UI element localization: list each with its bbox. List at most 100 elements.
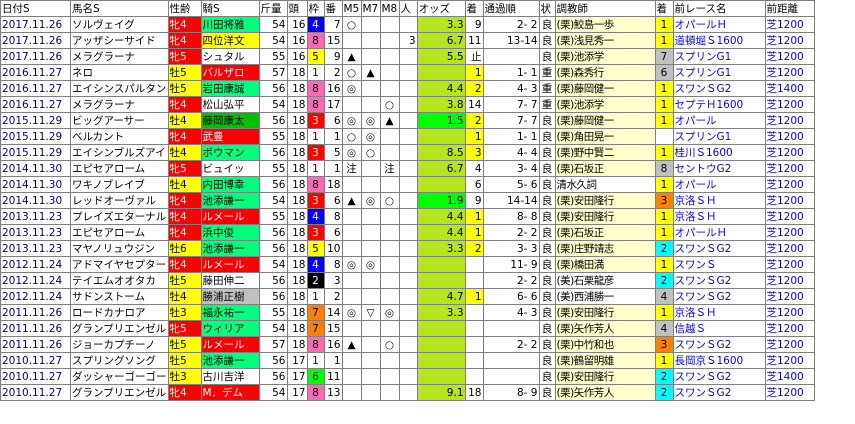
cell-prev-finish: 1 [654, 16, 674, 33]
table-row[interactable]: 2011.11.26 ロードカナロア 牡3 福永祐一 55 18 7 14 ◎ ▽ ◎ 3.3 4- 3… [0, 304, 815, 321]
column-header-passing[interactable]: 通過順 [482, 0, 540, 17]
race-history-table: 日付S 馬名S 性齢 騎S 斤量頭枠番 M5 M7 M8 人オッズ着通過順状調教師着前レース名前… [0, 0, 815, 401]
cell-trainer: (美)西浦勝一 [554, 288, 656, 305]
column-header-m8[interactable]: M8 [379, 0, 400, 17]
table-row[interactable]: 2017.11.26 ソルヴェイグ 牝4 川田将雅 54 16 4 7 ○ 3.3 9 2- 2 良 (栗… [0, 16, 815, 33]
column-header-m5[interactable]: M5 [341, 0, 362, 17]
cell-heads: 18 [286, 208, 308, 225]
table-row[interactable]: 2011.11.26 グランプリエンゼル 牝5 ウィリア 54 18 7 15 良 (栗)矢作芳人… [0, 320, 815, 337]
cell-heads: 18 [286, 160, 308, 177]
table-row[interactable]: 2010.11.27 スプリングソング 牡5 池添謙一 56 17 1 1 良 (栗)鶴留明雄 1 長… [0, 352, 815, 369]
cell-prev-race: スプリンG1 [672, 128, 766, 145]
column-header-waku[interactable]: 枠 [306, 0, 325, 17]
cell-weight: 56 [258, 224, 288, 241]
table-row[interactable]: 2013.11.23 プレイズエターナル 牝4 ルメール 55 18 4 8 4.4 1 8- 8良… [0, 208, 815, 225]
table-row[interactable]: 2010.11.27 グランプリエンゼル 牝4 M．デム 54 17 8 13 9.1 18 8- … [0, 384, 815, 401]
column-header-prev-dist[interactable]: 前距離 [764, 0, 815, 17]
column-header-num[interactable]: 番 [323, 0, 343, 17]
column-header-pop[interactable]: 人 [398, 0, 418, 17]
cell-prev-race: オパールＨ [672, 16, 766, 33]
table-row[interactable]: 2017.11.26 メラグラーナ 牝5 シュタル 55 16 5 9 ▲ 5.5 止 良 (栗)池添学… [0, 48, 815, 65]
cell-passing: 4- 4 [482, 144, 540, 161]
column-header-sexage[interactable]: 性齢 [167, 0, 202, 17]
cell-m8: ○ [379, 336, 400, 353]
cell-finish [464, 336, 484, 353]
cell-jockey: 岩田康誠 [200, 80, 260, 97]
cell-heads: 18 [286, 320, 308, 337]
table-row[interactable]: 2017.11.26 アッザシーサイド 牝4 四位洋文 54 16 8 15 3 6.7 11 13-… [0, 32, 815, 49]
table-row[interactable]: 2014.11.30 レッドオーヴァル 牝4 池添謙一 54 18 3 6 ▲ ◎ ○ 1.9 9 14-… [0, 192, 815, 209]
cell-m8 [379, 288, 400, 305]
column-header-jockey[interactable]: 騎S [200, 0, 260, 17]
table-row[interactable]: 2012.11.24 アドマイヤセプター 牝4 ルメール 54 18 4 8 ◎ ◎ 11- 9 良(… [0, 256, 815, 273]
cell-heads: 18 [286, 128, 308, 145]
cell-finish [464, 368, 484, 385]
column-header-going[interactable]: 状 [538, 0, 556, 17]
column-header-prev-race[interactable]: 前レース名 [672, 0, 766, 17]
cell-m7 [360, 48, 381, 65]
cell-heads: 16 [286, 32, 308, 49]
cell-m5 [341, 96, 362, 113]
table-row[interactable]: 2013.11.23 マヤノリュウジン 牡6 池添謙一 56 18 5 10 3.3 2 3- 3良… [0, 240, 815, 257]
cell-prev-race: 道頓堀Ｓ1600 [672, 32, 766, 49]
cell-weight: 56 [258, 272, 288, 289]
cell-waku: 3 [306, 144, 325, 161]
table-row[interactable]: 2012.11.24 サドンストーム 牡4 勝浦正樹 56 18 1 2 4.7 1 6- 6 良 (美… [0, 288, 815, 305]
table-row[interactable]: 2010.11.27 ダッシャーゴーゴー 牡3 古川吉洋 56 17 6 11 良 (栗)安田隆行… [0, 368, 815, 385]
cell-trainer: (栗)鮫島一歩 [554, 16, 656, 33]
column-header-odds[interactable]: オッズ [416, 0, 466, 17]
cell-m5 [341, 272, 362, 289]
cell-prev-race: スワンＳG2 [672, 368, 766, 385]
cell-sexage: 牝5 [167, 320, 202, 337]
cell-jockey: ルメール [200, 256, 260, 273]
cell-num: 2 [323, 288, 343, 305]
column-header-heads[interactable]: 頭 [286, 0, 308, 17]
table-row[interactable]: 2014.11.30 ワキノブレイブ 牡4 内田博幸 56 18 8 18 6 5- 6 良清水久詞… [0, 176, 815, 193]
cell-finish: 4 [464, 160, 484, 177]
column-header-date[interactable]: 日付S [0, 0, 71, 17]
table-row[interactable]: 2016.11.27 エイシンスパルタン 牡5 岩田康誠 56 18 8 16 ◎ 4.4 2 4- … [0, 80, 815, 97]
table-row[interactable]: 2013.11.23 エピセアローム 牝4 浜中俊 56 18 3 6 4.4 1 2- 2 良 (栗)… [0, 224, 815, 241]
cell-m7: ◎ [360, 112, 381, 129]
cell-num: 8 [323, 208, 343, 225]
cell-finish: 1 [464, 64, 484, 81]
column-header-trainer[interactable]: 調教師 [554, 0, 656, 17]
table-row[interactable]: 2015.11.29 ベルカント 牝4 武豊 55 18 1 1 ○ ◎ 1 1- 1 良 (栗)角田晃一… [0, 128, 815, 145]
column-header-prev-finish[interactable]: 着 [654, 0, 674, 17]
cell-passing: 13-14 [482, 32, 540, 49]
table-row[interactable]: 2011.11.26 ジョーカプチーノ 牡5 ルメール 57 18 8 16 ▲ ○ 2- 2 良 (栗… [0, 336, 815, 353]
cell-odds: 3.8 [416, 96, 466, 113]
column-header-horse[interactable]: 馬名S [70, 0, 169, 17]
cell-waku: 4 [306, 16, 325, 33]
cell-jockey: ビュイッ [200, 160, 260, 177]
cell-prev-race: スプリンG1 [672, 48, 766, 65]
cell-waku: 1 [306, 64, 325, 81]
cell-pop [398, 208, 418, 225]
cell-passing: 1- 1 [482, 64, 540, 81]
cell-going: 重 [538, 64, 556, 81]
column-header-finish[interactable]: 着 [464, 0, 484, 17]
cell-weight: 55 [258, 304, 288, 321]
cell-prev-race: オパール [672, 176, 766, 193]
cell-weight: 55 [258, 48, 288, 65]
cell-prev-finish: 1 [654, 112, 674, 129]
cell-horse: エイシンブルズアイ [70, 144, 169, 161]
table-row[interactable]: 2016.11.27 メラグラーナ 牝4 松山弘平 54 18 8 17 ○ 3.8 14 7- 7重… [0, 96, 815, 113]
table-row[interactable]: 2014.11.30 エピセアローム 牝5 ビュイッ 55 18 1 1 注注 6.7 4 3- 4良… [0, 160, 815, 177]
cell-finish: 3 [464, 144, 484, 161]
cell-trainer: (栗)矢作芳人 [554, 320, 656, 337]
cell-trainer: (栗)森秀行 [554, 64, 656, 81]
cell-passing: 8- 9 [482, 384, 540, 401]
table-row[interactable]: 2015.11.29 エイシンブルズアイ 牡4 ボウマン 56 18 3 5 ◎ ○ 8.5 3 4- … [0, 144, 815, 161]
column-header-weight[interactable]: 斤量 [258, 0, 288, 17]
table-row[interactable]: 2016.11.27 ネロ 牡5 バルザロ 57 18 1 2 ○ ▲ 1 1- 1 重 (栗)森秀行 6 ス… [0, 64, 815, 81]
cell-horse: ソルヴェイグ [70, 16, 169, 33]
column-header-m7[interactable]: M7 [360, 0, 381, 17]
table-row[interactable]: 2015.11.29 ビッグアーサー 牡4 藤岡康太 56 18 3 6 ◎ ◎ ▲ 1.5 2 7- 7… [0, 112, 815, 129]
cell-heads: 18 [286, 144, 308, 161]
table-row[interactable]: 2012.11.24 テイエムオオタカ 牡5 藤田伸二 56 18 2 3 2- 2 良 (美)石栗… [0, 272, 815, 289]
cell-pop [398, 160, 418, 177]
cell-prev-finish: 1 [654, 224, 674, 241]
cell-prev-finish: 1 [654, 32, 674, 49]
cell-odds [416, 176, 466, 193]
